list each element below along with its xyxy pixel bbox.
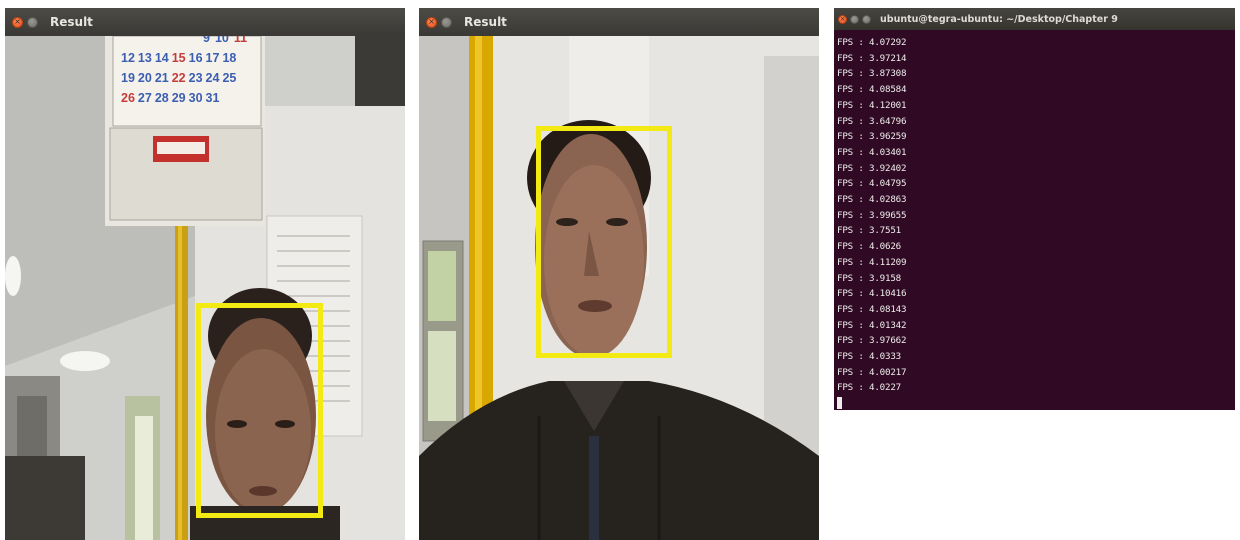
calendar-top-row: 9 10 11: [121, 36, 261, 48]
calendar-date: 16: [188, 51, 203, 65]
terminal-line: FPS : 4.03401: [837, 146, 907, 158]
terminal-line: FPS : 4.08143: [837, 303, 907, 315]
terminal-line: FPS : 4.01342: [837, 319, 907, 331]
result-window-left: × Result 9 10 11 12 13 14 15 16 17 18 19…: [5, 8, 405, 540]
terminal-line: FPS : 3.92402: [837, 162, 907, 174]
minimize-window-button[interactable]: [850, 14, 859, 24]
terminal-window: × ubuntu@tegra-ubuntu: ~/Desktop/Chapter…: [834, 8, 1235, 410]
terminal-line: FPS : 3.99655: [837, 209, 907, 221]
close-window-button[interactable]: ×: [426, 16, 437, 28]
terminal-line: FPS : 3.97214: [837, 52, 907, 64]
calendar-date: 22: [171, 71, 186, 85]
calendar-date: 27: [137, 91, 152, 105]
close-window-button[interactable]: ×: [838, 14, 847, 24]
calendar-date: 28: [154, 91, 169, 105]
maximize-window-button[interactable]: [862, 14, 871, 24]
minimize-window-button[interactable]: [441, 16, 452, 28]
terminal-line: FPS : 3.96259: [837, 131, 907, 143]
terminal-line: FPS : 4.02863: [837, 194, 907, 206]
camera-frame: [419, 36, 819, 540]
terminal-line: FPS : 3.7551: [837, 225, 901, 237]
calendar-date: 25: [222, 71, 237, 85]
terminal-line: FPS : 4.0227: [837, 382, 901, 394]
calendar-date: 20: [137, 71, 152, 85]
calendar-date: 26: [121, 91, 135, 105]
face-detection-box: [536, 126, 672, 358]
terminal-line: FPS : 4.07292: [837, 37, 907, 48]
window-title: Result: [464, 15, 507, 29]
terminal-cursor: [837, 397, 842, 410]
calendar-date: 17: [205, 51, 220, 65]
terminal-line: FPS : 3.9158: [837, 272, 901, 284]
camera-frame: 9 10 11 12 13 14 15 16 17 18 19 20 21 22…: [5, 36, 405, 540]
minimize-window-button[interactable]: [27, 16, 38, 28]
calendar-date: 30: [188, 91, 203, 105]
terminal-line: FPS : 4.08584: [837, 84, 907, 96]
calendar-date: 15: [171, 51, 186, 65]
terminal-line: FPS : 4.0626: [837, 241, 901, 253]
calendar-date: 13: [137, 51, 152, 65]
calendar-date: 14: [154, 51, 169, 65]
result-window-middle: × Result: [419, 8, 819, 540]
terminal-line: FPS : 4.12001: [837, 99, 907, 111]
calendar-date: 24: [205, 71, 220, 85]
calendar-date: 31: [205, 91, 220, 105]
calendar-date: 29: [171, 91, 186, 105]
calendar-row: 26 27 28 29 30 31: [121, 88, 261, 108]
window-titlebar[interactable]: × Result: [5, 8, 405, 36]
calendar-row: 12 13 14 15 16 17 18: [121, 48, 261, 68]
terminal-output[interactable]: FPS : 4.07292 FPS : 3.97214 FPS : 3.87308 F…: [834, 30, 1235, 410]
terminal-line: FPS : 4.0333: [837, 351, 901, 363]
terminal-line: FPS : 4.04795: [837, 178, 907, 190]
window-title: Result: [50, 15, 93, 29]
calendar-row: 19 20 21 22 23 24 25: [121, 68, 261, 88]
calendar-date: 11: [233, 36, 248, 45]
calendar-dates: 9 10 11 12 13 14 15 16 17 18 19 20 21 22…: [121, 36, 261, 108]
face-detection-box: [196, 303, 323, 518]
terminal-title: ubuntu@tegra-ubuntu: ~/Desktop/Chapter 9: [880, 13, 1118, 25]
terminal-line: FPS : 3.64796: [837, 115, 907, 127]
terminal-line: FPS : 4.10416: [837, 288, 907, 300]
terminal-line: FPS : 4.00217: [837, 366, 907, 378]
calendar-date: 21: [154, 71, 169, 85]
terminal-line: FPS : 4.11209: [837, 256, 907, 268]
terminal-titlebar[interactable]: × ubuntu@tegra-ubuntu: ~/Desktop/Chapter…: [834, 8, 1235, 30]
terminal-line: FPS : 3.87308: [837, 68, 907, 80]
window-titlebar[interactable]: × Result: [419, 8, 819, 36]
calendar-date: 12: [121, 51, 135, 65]
calendar-date: 23: [188, 71, 203, 85]
calendar-date: 10: [214, 36, 229, 45]
calendar-date: 9: [203, 36, 210, 45]
calendar-date: 18: [222, 51, 237, 65]
close-window-button[interactable]: ×: [12, 16, 23, 28]
terminal-line: FPS : 3.97662: [837, 335, 907, 347]
calendar-date: 19: [121, 71, 135, 85]
